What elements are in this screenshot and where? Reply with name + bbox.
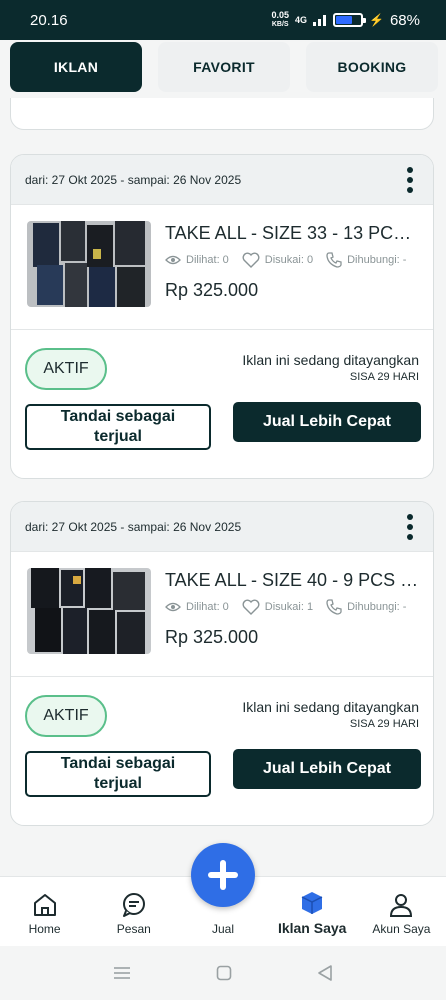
ad-live-info: Iklan ini sedang ditayangkan SISA 29 HAR…	[242, 699, 419, 730]
ad-card[interactable]: dari: 27 Okt 2025 - sampai: 26 Nov 2025	[10, 154, 434, 479]
tab-iklan[interactable]: IKLAN	[10, 42, 142, 92]
chat-icon	[122, 893, 145, 917]
live-text: Iklan ini sedang ditayangkan	[242, 352, 419, 368]
battery-percent: 68%	[389, 11, 420, 29]
user-icon	[390, 894, 413, 917]
ad-card-body[interactable]: TAKE ALL - SIZE 40 - 9 PCS - 3... Diliha…	[11, 552, 433, 677]
remaining-days: SISA 29 HARI	[349, 718, 419, 730]
status-indicators: 0.05 KB/S 4G ⚡ 68%	[271, 11, 420, 29]
ad-title[interactable]: TAKE ALL - SIZE 33 - 13 PCS - ...	[165, 223, 419, 244]
battery-icon	[333, 13, 367, 27]
charging-icon: ⚡	[369, 13, 384, 27]
remaining-days: SISA 29 HARI	[349, 371, 419, 383]
ad-thumbnail[interactable]	[27, 568, 151, 654]
ad-period: dari: 27 Okt 2025 - sampai: 26 Nov 2025	[25, 519, 242, 534]
ad-card-partial	[10, 98, 434, 130]
ad-thumbnail[interactable]	[27, 221, 151, 307]
nav-pesan-label: Pesan	[116, 922, 151, 936]
ad-card[interactable]: dari: 27 Okt 2025 - sampai: 26 Nov 2025	[10, 501, 434, 826]
ad-card-header: dari: 27 Okt 2025 - sampai: 26 Nov 2025	[11, 502, 433, 552]
tab-bar: IKLAN FAVORIT BOOKING	[0, 42, 446, 98]
nav-akun-saya-label: Akun Saya	[372, 922, 431, 936]
sell-faster-button[interactable]: Jual Lebih Cepat	[233, 749, 421, 789]
plus-icon	[208, 860, 238, 890]
nav-home[interactable]: Home	[0, 877, 89, 946]
ad-period: dari: 27 Okt 2025 - sampai: 26 Nov 2025	[25, 172, 242, 187]
ad-stats: Dilihat: 0 Disukai: 1 Dihubungi: -	[165, 599, 419, 615]
likes-count: Disukai: 1	[264, 601, 314, 613]
status-bar: 20.16 0.05 KB/S 4G ⚡ 68%	[0, 0, 446, 40]
mark-sold-button[interactable]: Tandai sebagai terjual	[25, 751, 211, 797]
views-count: Dilihat: 0	[186, 254, 229, 266]
ad-price: Rp 325.000	[165, 627, 259, 647]
ad-price: Rp 325.000	[165, 280, 259, 300]
recents-icon[interactable]	[113, 965, 131, 981]
more-options-icon[interactable]	[401, 163, 419, 197]
status-badge: AKTIF	[25, 695, 107, 737]
eye-icon	[165, 602, 181, 612]
mark-sold-button[interactable]: Tandai sebagai terjual	[25, 404, 211, 450]
phone-icon	[326, 599, 342, 615]
ad-card-body[interactable]: TAKE ALL - SIZE 33 - 13 PCS - ... Diliha…	[11, 205, 433, 330]
ad-stats: Dilihat: 0 Disukai: 0 Dihubungi: -	[165, 252, 419, 268]
heart-icon	[242, 252, 260, 268]
nav-iklan-saya-label: Iklan Saya	[277, 920, 347, 936]
ad-list[interactable]: dari: 27 Okt 2025 - sampai: 26 Nov 2025	[0, 98, 446, 876]
back-icon[interactable]	[317, 965, 333, 981]
clock: 20.16	[30, 11, 68, 29]
ad-card-footer: AKTIF Iklan ini sedang ditayangkan SISA …	[11, 330, 433, 478]
nav-home-label: Home	[28, 922, 61, 936]
nav-iklan-saya[interactable]: Iklan Saya	[268, 877, 357, 946]
ad-title[interactable]: TAKE ALL - SIZE 40 - 9 PCS - 3...	[165, 570, 419, 591]
sell-faster-button[interactable]: Jual Lebih Cepat	[233, 402, 421, 442]
heart-icon	[242, 599, 260, 615]
phone-icon	[326, 252, 342, 268]
more-options-icon[interactable]	[401, 510, 419, 544]
home-icon	[33, 894, 56, 916]
signal-icon	[313, 15, 327, 26]
contacts-count: Dihubungi: -	[347, 254, 407, 266]
views-count: Dilihat: 0	[186, 601, 229, 613]
likes-count: Disukai: 0	[264, 254, 314, 266]
ad-live-info: Iklan ini sedang ditayangkan SISA 29 HAR…	[242, 352, 419, 383]
nav-akun-saya[interactable]: Akun Saya	[357, 877, 446, 946]
nav-pesan[interactable]: Pesan	[89, 877, 178, 946]
network-speed: 0.05 KB/S	[271, 10, 289, 29]
signal-type: 4G	[295, 14, 308, 25]
contacts-count: Dihubungi: -	[347, 601, 407, 613]
system-nav	[0, 946, 446, 1000]
tab-favorit[interactable]: FAVORIT	[158, 42, 290, 92]
tab-booking[interactable]: BOOKING	[306, 42, 438, 92]
nav-jual-label: Jual	[212, 922, 235, 936]
sell-fab-button[interactable]	[191, 843, 255, 907]
eye-icon	[165, 255, 181, 265]
cube-icon	[301, 892, 323, 914]
live-text: Iklan ini sedang ditayangkan	[242, 699, 419, 715]
ad-card-footer: AKTIF Iklan ini sedang ditayangkan SISA …	[11, 677, 433, 825]
status-badge: AKTIF	[25, 348, 107, 390]
ad-card-header: dari: 27 Okt 2025 - sampai: 26 Nov 2025	[11, 155, 433, 205]
home-button-icon[interactable]	[216, 965, 232, 981]
